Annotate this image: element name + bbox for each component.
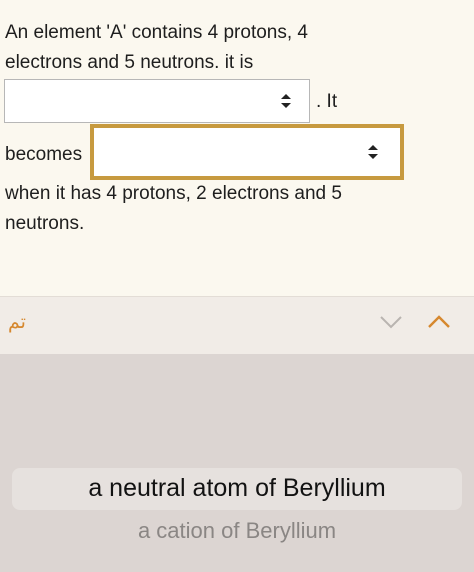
- done-button[interactable]: تم: [8, 311, 26, 333]
- question-panel: An element 'A' contains 4 protons, 4 ele…: [0, 0, 474, 296]
- question-line-5: neutrons.: [5, 213, 85, 234]
- becomes-label: becomes: [5, 144, 83, 165]
- answer-select-1[interactable]: [4, 79, 310, 123]
- sentence-continuation: . It: [316, 91, 338, 112]
- question-line-2: electrons and 5 neutrons. it is: [5, 52, 254, 73]
- updown-arrows-icon: [368, 145, 378, 159]
- picker-option-selected[interactable]: a neutral atom of Beryllium: [0, 474, 474, 503]
- answer-select-2[interactable]: [90, 124, 404, 180]
- chevron-down-icon[interactable]: [378, 311, 404, 333]
- question-line-4: when it has 4 protons, 2 electrons and 5: [5, 183, 342, 204]
- question-line-1: An element 'A' contains 4 protons, 4: [5, 22, 308, 43]
- chevron-up-icon[interactable]: [426, 311, 452, 333]
- option-picker[interactable]: a neutral atom of Beryllium a cation of …: [0, 354, 474, 572]
- keyboard-toolbar: تم: [0, 296, 474, 355]
- picker-option[interactable]: a cation of Beryllium: [0, 518, 474, 544]
- updown-arrows-icon: [281, 94, 291, 108]
